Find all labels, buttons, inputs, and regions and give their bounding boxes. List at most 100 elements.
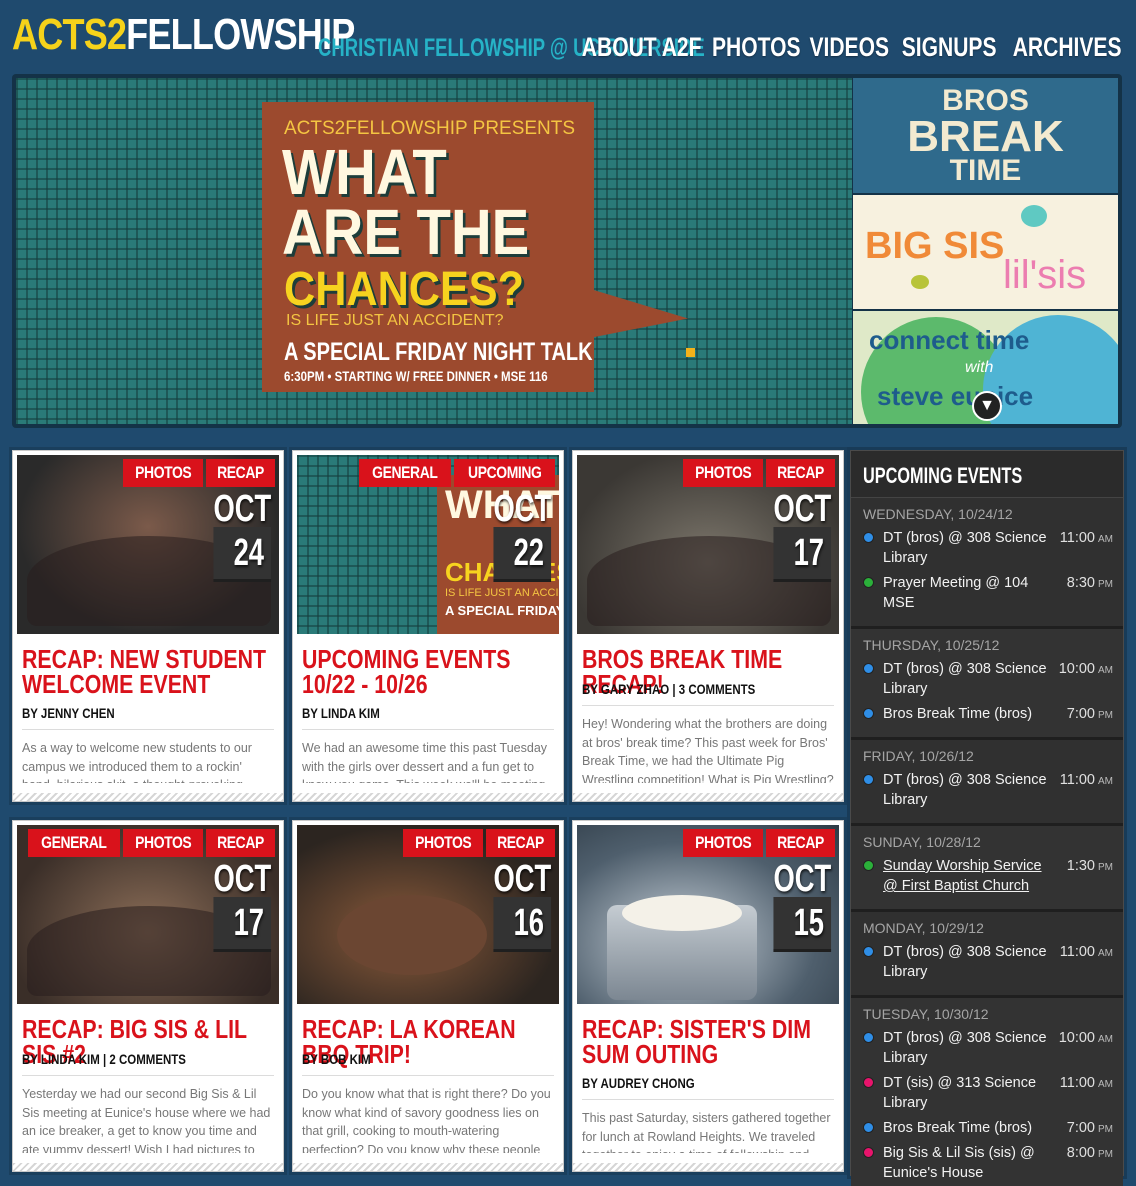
- event-poster: ACTS2FELLOWSHIP PRESENTS WHAT ARE THE CH…: [262, 102, 594, 392]
- poster-line-1: WHAT: [282, 136, 447, 208]
- category-tag[interactable]: RECAP: [765, 459, 835, 487]
- post-date-day: 15: [773, 897, 831, 952]
- post-card[interactable]: PHOTOS RECAP OCT 16 RECAP: LA KOREAN BBQ …: [292, 820, 564, 1172]
- post-date-day: 22: [493, 527, 551, 582]
- hero-main-slide[interactable]: ACTS2FELLOWSHIP PRESENTS WHAT ARE THE CH…: [16, 78, 852, 424]
- site-logo[interactable]: ACTS2FELLOWSHIP: [12, 10, 355, 60]
- event-title[interactable]: DT (bros) @ 308 Science Library: [883, 770, 1053, 810]
- post-image[interactable]: PHOTOS RECAP OCT 15: [577, 825, 839, 1004]
- event-item[interactable]: DT (bros) @ 308 Science Library 10:00 AM: [863, 1028, 1113, 1068]
- event-time-value: 10:00: [1058, 661, 1095, 677]
- event-item[interactable]: DT (bros) @ 308 Science Library 11:00 AM: [863, 528, 1113, 568]
- post-title[interactable]: RECAP: SISTER'S DIM SUM OUTING: [582, 1016, 836, 1067]
- event-time: 11:00 AM: [1060, 942, 1113, 964]
- post-image[interactable]: PHOTOS RECAP OCT 24: [17, 455, 279, 634]
- post-card[interactable]: PHOTOS RECAP OCT 15 RECAP: SISTER'S DIM S…: [572, 820, 844, 1172]
- post-image[interactable]: GENERAL PHOTOS RECAP OCT 17: [17, 825, 279, 1004]
- calendar-dot-icon: [863, 1122, 874, 1133]
- post-image[interactable]: PHOTOS RECAP OCT 16: [297, 825, 559, 1004]
- event-time-ampm: PM: [1098, 862, 1113, 873]
- post-card[interactable]: WHATCHANCES?IS LIFE JUST AN ACCIDENT?A S…: [292, 450, 564, 802]
- event-time-value: 7:00: [1066, 1120, 1095, 1136]
- nav-videos[interactable]: VIDEOS: [809, 32, 889, 63]
- event-item[interactable]: Sunday Worship Service @ First Baptist C…: [863, 856, 1113, 896]
- post-title[interactable]: UPCOMING EVENTS 10/22 - 10/26: [302, 646, 556, 697]
- nav-signups[interactable]: SIGNUPS: [902, 32, 997, 63]
- category-tag[interactable]: PHOTOS: [122, 459, 203, 487]
- category-tag[interactable]: RECAP: [765, 829, 835, 857]
- thumb-bros-break-time[interactable]: BROS BREAK TIME: [853, 78, 1118, 193]
- post-date: OCT 17: [191, 860, 271, 952]
- hero-slider: ACTS2FELLOWSHIP PRESENTS WHAT ARE THE CH…: [12, 74, 1122, 428]
- poster-line-2: ARE THE: [282, 196, 530, 268]
- event-time-ampm: PM: [1098, 579, 1113, 590]
- event-day: MONDAY, 10/29/12 DT (bros) @ 308 Science…: [851, 912, 1123, 998]
- post-date-day: 17: [773, 527, 831, 582]
- event-time: 10:00 AM: [1059, 659, 1113, 681]
- event-item[interactable]: Bros Break Time (bros) 7:00 PM: [863, 704, 1113, 724]
- category-tag[interactable]: RECAP: [485, 829, 555, 857]
- post-date: OCT 24: [191, 490, 271, 582]
- post-image[interactable]: WHATCHANCES?IS LIFE JUST AN ACCIDENT?A S…: [297, 455, 559, 634]
- event-days: WEDNESDAY, 10/24/12 DT (bros) @ 308 Scie…: [851, 498, 1123, 1186]
- event-title[interactable]: Big Sis & Lil Sis (sis) @ Eunice's House: [883, 1143, 1053, 1183]
- event-title[interactable]: Sunday Worship Service @ First Baptist C…: [883, 856, 1053, 896]
- event-time: 8:00 PM: [1067, 1143, 1113, 1165]
- event-title[interactable]: DT (bros) @ 308 Science Library: [883, 528, 1053, 568]
- event-title[interactable]: DT (bros) @ 308 Science Library: [883, 1028, 1053, 1068]
- category-tag[interactable]: PHOTOS: [682, 829, 763, 857]
- event-day: SUNDAY, 10/28/12 Sunday Worship Service …: [851, 826, 1123, 912]
- event-title[interactable]: Prayer Meeting @ 104 MSE: [883, 573, 1053, 613]
- calendar-dot-icon: [863, 532, 874, 543]
- post-byline: BY LINDA KIM | 2 COMMENTS: [22, 1051, 186, 1067]
- event-day-label: FRIDAY, 10/26/12: [863, 748, 974, 764]
- post-byline: BY LINDA KIM: [302, 705, 380, 721]
- event-title[interactable]: DT (bros) @ 308 Science Library: [883, 659, 1053, 699]
- calendar-dot-icon: [863, 1077, 874, 1088]
- calendar-dot-icon: [863, 860, 874, 871]
- category-tag[interactable]: UPCOMING: [453, 459, 555, 487]
- event-item[interactable]: DT (bros) @ 308 Science Library 11:00 AM: [863, 942, 1113, 982]
- thumb-big-sis-lil-sis[interactable]: BIG SIS lil'sis: [853, 195, 1118, 309]
- divider: [302, 729, 554, 730]
- post-excerpt: This past Saturday, sisters gathered tog…: [582, 1111, 831, 1153]
- card-footer-stripes: [573, 1163, 843, 1171]
- event-day-label: SUNDAY, 10/28/12: [863, 834, 981, 850]
- thumb-text: BIG SIS: [865, 225, 1005, 267]
- tag-label: UPCOMING: [467, 463, 542, 482]
- category-tag[interactable]: PHOTOS: [122, 829, 203, 857]
- category-tag[interactable]: RECAP: [205, 829, 275, 857]
- category-tag[interactable]: PHOTOS: [402, 829, 483, 857]
- category-tag[interactable]: RECAP: [205, 459, 275, 487]
- post-card[interactable]: PHOTOS RECAP OCT 17 BROS BREAK TIME RECAP…: [572, 450, 844, 802]
- category-tag[interactable]: GENERAL: [27, 829, 120, 857]
- event-title[interactable]: Bros Break Time (bros): [883, 1118, 1053, 1138]
- event-title[interactable]: DT (bros) @ 308 Science Library: [883, 942, 1053, 982]
- category-tag[interactable]: GENERAL: [358, 459, 451, 487]
- event-item[interactable]: Bros Break Time (bros) 7:00 PM: [863, 1118, 1113, 1138]
- event-item[interactable]: Big Sis & Lil Sis (sis) @ Eunice's House…: [863, 1143, 1113, 1183]
- divider: [582, 705, 834, 706]
- event-item[interactable]: DT (sis) @ 313 Science Library 11:00 AM: [863, 1073, 1113, 1113]
- thumb-connect-time[interactable]: connect time with steve eunice ▼: [853, 311, 1118, 424]
- nav-about[interactable]: ABOUT A2F: [582, 32, 702, 63]
- nav-photos[interactable]: PHOTOS: [712, 32, 801, 63]
- post-card[interactable]: PHOTOS RECAP OCT 24 RECAP: NEW STUDENT WE…: [12, 450, 284, 802]
- category-tag[interactable]: PHOTOS: [682, 459, 763, 487]
- post-image[interactable]: PHOTOS RECAP OCT 17: [577, 455, 839, 634]
- event-item[interactable]: DT (bros) @ 308 Science Library 11:00 AM: [863, 770, 1113, 810]
- nav-archives[interactable]: ARCHIVES: [1013, 32, 1122, 63]
- event-time-value: 11:00: [1059, 530, 1095, 546]
- post-title[interactable]: RECAP: NEW STUDENT WELCOME EVENT: [22, 646, 276, 697]
- event-time-value: 8:00: [1066, 1145, 1095, 1161]
- post-excerpt: As a way to welcome new students to our …: [22, 741, 252, 783]
- event-title[interactable]: DT (sis) @ 313 Science Library: [883, 1073, 1053, 1113]
- event-title[interactable]: Bros Break Time (bros): [883, 704, 1053, 724]
- down-arrow-icon[interactable]: ▼: [972, 391, 1002, 421]
- post-tags: GENERAL PHOTOS RECAP: [27, 829, 275, 857]
- event-time: 11:00 AM: [1060, 770, 1113, 792]
- event-item[interactable]: DT (bros) @ 308 Science Library 10:00 AM: [863, 659, 1113, 699]
- calendar-dot-icon: [863, 774, 874, 785]
- event-item[interactable]: Prayer Meeting @ 104 MSE 8:30 PM: [863, 573, 1113, 613]
- post-card[interactable]: GENERAL PHOTOS RECAP OCT 17 RECAP: BIG SIS…: [12, 820, 284, 1172]
